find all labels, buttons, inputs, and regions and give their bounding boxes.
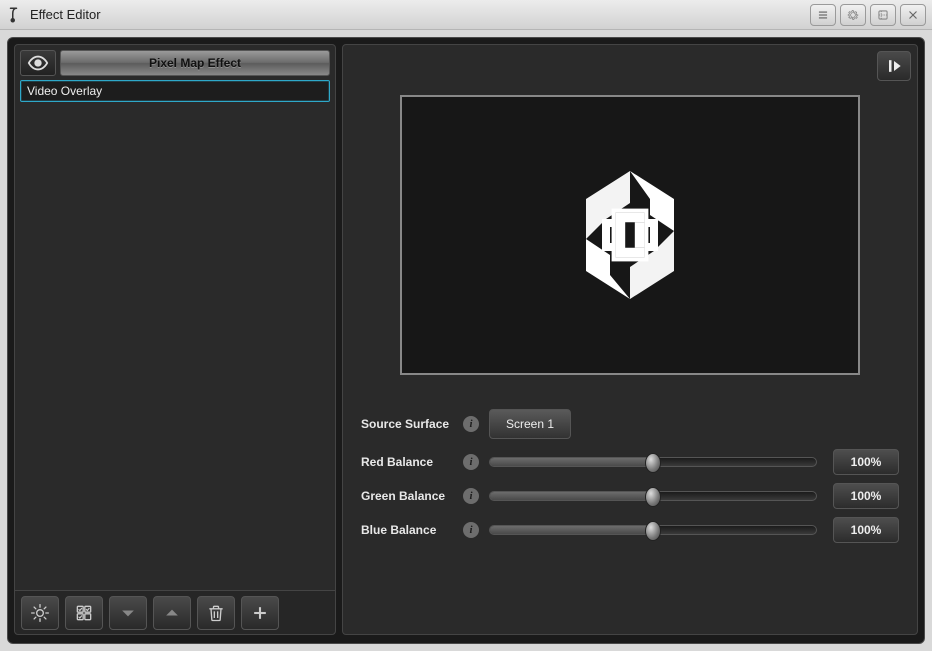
info-icon[interactable]: i xyxy=(463,416,479,432)
app-icon xyxy=(6,6,24,24)
source-surface-button[interactable]: Screen 1 xyxy=(489,409,571,439)
info-icon[interactable]: i xyxy=(463,488,479,504)
blue-balance-row: Blue Balance i 100% xyxy=(361,513,899,547)
visibility-toggle[interactable] xyxy=(20,50,56,76)
blue-balance-slider[interactable] xyxy=(489,525,817,535)
settings-button[interactable] xyxy=(840,4,866,26)
slider-fill xyxy=(490,526,653,534)
window-title: Effect Editor xyxy=(30,7,101,22)
layer-item-label: Video Overlay xyxy=(27,84,102,98)
green-balance-label: Green Balance xyxy=(361,489,453,503)
slider-thumb[interactable] xyxy=(645,453,661,473)
effect-name-label: Pixel Map Effect xyxy=(149,56,241,70)
slider-thumb[interactable] xyxy=(645,521,661,541)
info-icon[interactable]: i xyxy=(463,454,479,470)
close-button[interactable] xyxy=(900,4,926,26)
move-down-button[interactable] xyxy=(109,596,147,630)
slider-fill xyxy=(490,492,653,500)
source-surface-row: Source Surface i Screen 1 xyxy=(361,403,899,445)
green-balance-value[interactable]: 100% xyxy=(833,483,899,509)
brightness-button[interactable] xyxy=(21,596,59,630)
select-options-button[interactable] xyxy=(65,596,103,630)
green-balance-row: Green Balance i 100% xyxy=(361,479,899,513)
titlebar: Effect Editor xyxy=(0,0,932,30)
add-button[interactable] xyxy=(241,596,279,630)
red-balance-value[interactable]: 100% xyxy=(833,449,899,475)
move-up-button[interactable] xyxy=(153,596,191,630)
collapse-panel-button[interactable] xyxy=(877,51,911,81)
red-balance-slider[interactable] xyxy=(489,457,817,467)
blue-balance-label: Blue Balance xyxy=(361,523,453,537)
layer-item-selected[interactable]: Video Overlay xyxy=(20,80,330,102)
source-surface-label: Source Surface xyxy=(361,417,453,431)
body: Pixel Map Effect Video Overlay xyxy=(7,37,925,644)
sidebar-toolbar xyxy=(15,590,335,634)
red-balance-label: Red Balance xyxy=(361,455,453,469)
menu-button[interactable] xyxy=(810,4,836,26)
expand-button[interactable] xyxy=(870,4,896,26)
red-balance-row: Red Balance i 100% xyxy=(361,445,899,479)
preview-area xyxy=(400,95,860,375)
slider-thumb[interactable] xyxy=(645,487,661,507)
effect-editor-window: Effect Editor xyxy=(0,0,932,651)
layer-sidebar: Pixel Map Effect Video Overlay xyxy=(14,44,336,635)
slider-fill xyxy=(490,458,653,466)
source-surface-value: Screen 1 xyxy=(506,417,554,431)
preview-logo-icon xyxy=(550,155,710,315)
properties-panel: Source Surface i Screen 1 Red Balance i xyxy=(342,44,918,635)
info-icon[interactable]: i xyxy=(463,522,479,538)
controls: Source Surface i Screen 1 Red Balance i xyxy=(353,399,907,547)
delete-button[interactable] xyxy=(197,596,235,630)
blue-balance-value[interactable]: 100% xyxy=(833,517,899,543)
effect-name-button[interactable]: Pixel Map Effect xyxy=(60,50,330,76)
green-balance-slider[interactable] xyxy=(489,491,817,501)
